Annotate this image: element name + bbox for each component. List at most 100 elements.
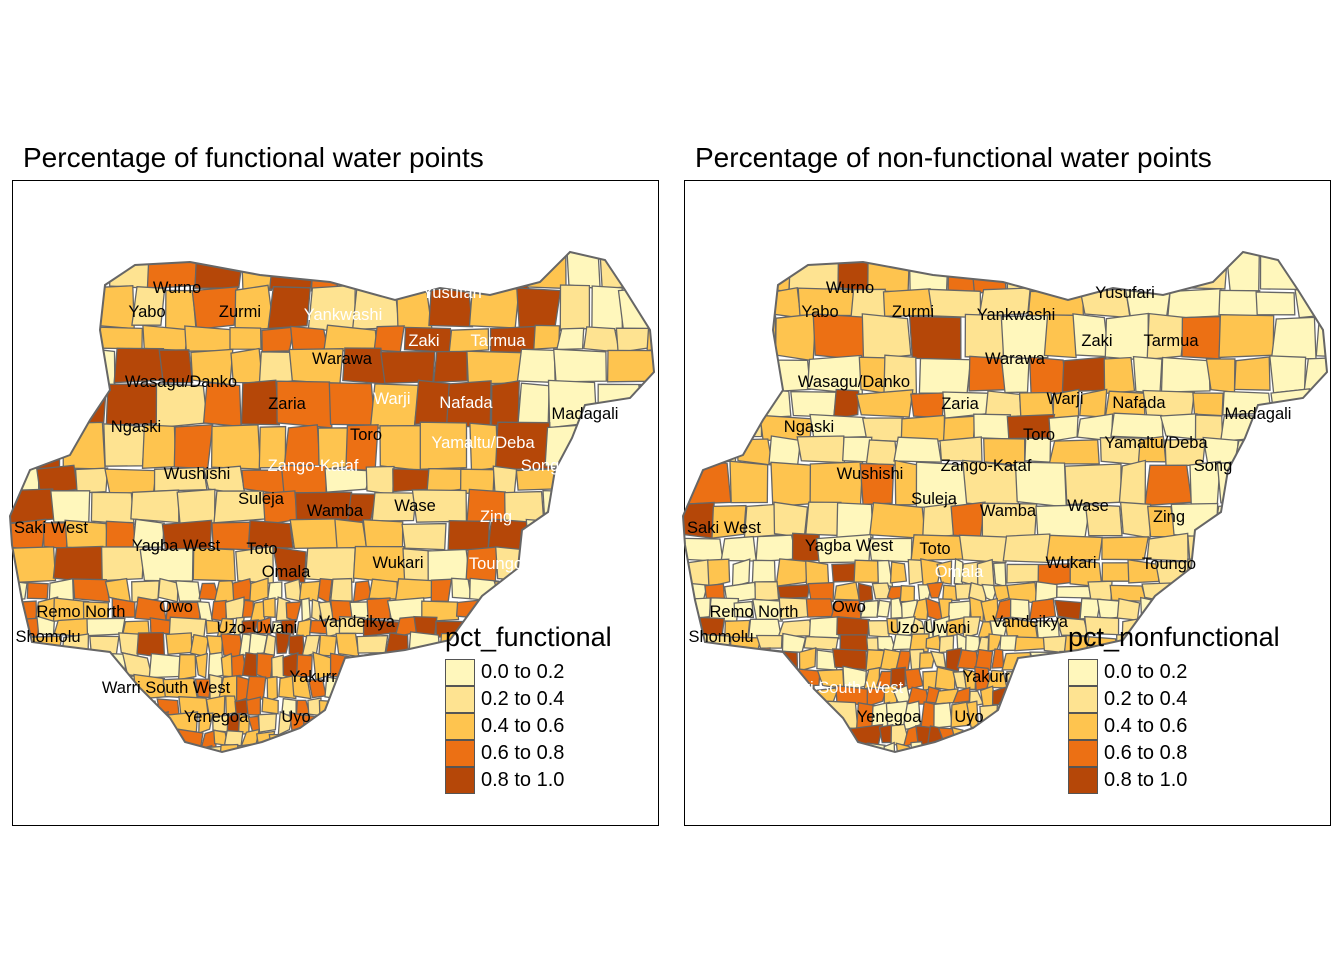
- lga-region: [776, 583, 811, 600]
- lga-region: [580, 545, 628, 583]
- lga-region: [1118, 459, 1147, 507]
- lga-region: [176, 488, 216, 525]
- lga-region: [683, 559, 713, 588]
- lga-region: [638, 379, 654, 428]
- lga-region: [1132, 355, 1163, 394]
- lga-region: [1014, 636, 1046, 652]
- lga-region: [46, 285, 94, 327]
- lga-region: [229, 326, 262, 350]
- lga-region: [516, 580, 549, 603]
- lga-region: [1242, 503, 1285, 537]
- lga-label: Toungo: [469, 555, 523, 573]
- lga-region: [751, 559, 776, 585]
- lga-region: [1218, 289, 1261, 319]
- lga-region: [683, 700, 708, 730]
- lga-region: [933, 702, 953, 729]
- lga-region: [33, 651, 61, 681]
- lga-region: [683, 726, 703, 749]
- lga-label: Owo: [159, 598, 193, 616]
- lga-region: [125, 729, 163, 747]
- right-legend-title: pct_nonfunctional: [1068, 622, 1280, 652]
- lga-region: [1218, 314, 1275, 359]
- lga-region: [334, 518, 368, 551]
- lga-region: [1187, 583, 1210, 604]
- lga-region: [1006, 563, 1044, 584]
- lga-label: Vandeikya: [319, 613, 396, 631]
- lga-region: [683, 252, 714, 293]
- lga-region: [317, 728, 335, 750]
- lga-region: [118, 632, 140, 658]
- legend-label: 0.4 to 0.6: [1104, 715, 1188, 737]
- lga-region: [683, 356, 715, 394]
- legend-swatch: [445, 740, 475, 767]
- lga-region: [327, 744, 346, 752]
- legend-item: 0.8 to 1.0: [445, 767, 612, 794]
- lga-region: [392, 468, 432, 493]
- legend-label: 0.2 to 0.4: [1104, 688, 1188, 710]
- lga-region: [90, 491, 135, 526]
- lga-region: [1294, 741, 1319, 752]
- lga-region: [548, 599, 575, 623]
- lga-label: Zaki: [1081, 332, 1112, 350]
- lga-region: [10, 348, 53, 387]
- lga-region: [683, 597, 711, 621]
- lga-region: [555, 327, 585, 351]
- lga-region: [490, 380, 520, 427]
- lga-region: [10, 730, 30, 750]
- lga-region: [627, 426, 654, 469]
- lga-region: [142, 324, 189, 352]
- lga-region: [1061, 356, 1107, 393]
- lga-region: [353, 697, 384, 718]
- lga-region: [374, 655, 406, 678]
- lga-region: [328, 382, 376, 426]
- lga-region: [557, 468, 607, 495]
- lga-label: Zurmi: [219, 303, 261, 321]
- lga-region: [648, 635, 654, 658]
- lga-region: [317, 577, 333, 605]
- lga-region: [683, 288, 726, 318]
- lga-label: Yenegoa: [184, 708, 249, 726]
- lga-region: [831, 648, 868, 671]
- lga-region: [121, 652, 153, 679]
- lga-region: [379, 424, 427, 472]
- lga-region: [72, 578, 111, 603]
- lga-region: [620, 695, 649, 716]
- lga-region: [516, 348, 556, 384]
- lga-region: [115, 714, 147, 731]
- choropleth-maps: Wurno Yabo Zurmi Yankwashi Yusufari Zaki Tarmu…: [8, 250, 1329, 754]
- lga-region: [32, 744, 69, 752]
- lga-region: [380, 350, 436, 384]
- legend-label: 0.4 to 0.6: [481, 715, 565, 737]
- lga-region: [1254, 461, 1312, 507]
- lga-region: [693, 668, 728, 689]
- lga-region: [617, 582, 650, 600]
- lga-region: [583, 326, 621, 353]
- lga-region: [647, 600, 654, 618]
- lga-label: Toto: [919, 540, 950, 558]
- lga-label: Yabo: [801, 303, 838, 321]
- lga-region: [736, 744, 763, 752]
- lga-label: Wasagu/Danko: [798, 373, 910, 391]
- lga-region: [1317, 616, 1327, 636]
- lga-region: [947, 252, 976, 294]
- lga-label: Yagba West: [805, 537, 894, 555]
- lga-region: [767, 723, 800, 746]
- lga-label: Madagali: [1225, 405, 1292, 423]
- lga-region: [568, 577, 596, 604]
- lga-region: [729, 460, 769, 504]
- lga-region: [251, 745, 271, 752]
- lga-region: [922, 502, 956, 539]
- lga-label: Wamba: [980, 502, 1037, 520]
- lga-region: [101, 728, 133, 748]
- lga-region: [796, 435, 846, 464]
- lga-region: [869, 501, 927, 540]
- lga-region: [517, 382, 550, 425]
- legend-item: 0.0 to 0.2: [445, 659, 612, 686]
- lga-label: Yamaltu/Deba: [431, 434, 535, 452]
- legend-item: 0.2 to 0.4: [1068, 686, 1280, 713]
- lga-region: [479, 596, 507, 622]
- lga-region: [300, 597, 311, 623]
- lga-region: [1284, 637, 1318, 651]
- lga-region: [51, 328, 97, 350]
- lga-region: [700, 315, 731, 362]
